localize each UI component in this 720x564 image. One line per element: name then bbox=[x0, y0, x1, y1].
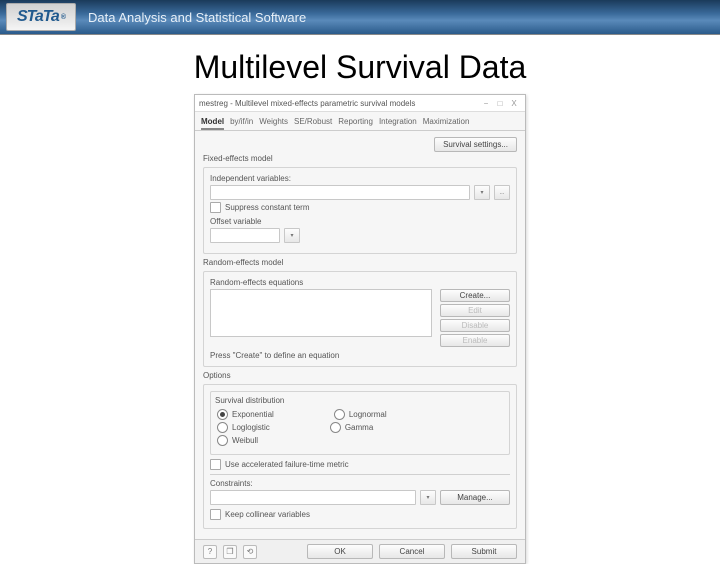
radio-weibull-label: Weibull bbox=[232, 436, 258, 445]
slide-title: Multilevel Survival Data bbox=[0, 49, 720, 86]
constraints-dropdown[interactable]: ▾ bbox=[420, 490, 436, 505]
create-hint: Press "Create" to define an equation bbox=[210, 351, 510, 360]
constraints-input[interactable] bbox=[210, 490, 416, 505]
random-effects-heading: Random-effects model bbox=[203, 258, 517, 267]
radio-gamma-label: Gamma bbox=[345, 423, 373, 432]
dialog-tabs: Model by/if/in Weights SE/Robust Reporti… bbox=[195, 112, 525, 131]
edit-equation-button[interactable]: Edit bbox=[440, 304, 510, 317]
radio-gamma[interactable] bbox=[330, 422, 341, 433]
radio-lognormal-label: Lognormal bbox=[349, 410, 387, 419]
fixed-effects-heading: Fixed-effects model bbox=[203, 154, 517, 163]
radio-weibull[interactable] bbox=[217, 435, 228, 446]
tab-model[interactable]: Model bbox=[201, 115, 224, 130]
stata-logo: STaTa® bbox=[6, 3, 76, 31]
help-icon[interactable]: ? bbox=[203, 545, 217, 559]
options-heading: Options bbox=[203, 371, 517, 380]
cancel-button[interactable]: Cancel bbox=[379, 544, 445, 559]
copy-icon[interactable]: ❐ bbox=[223, 545, 237, 559]
reset-icon[interactable]: ⟲ bbox=[243, 545, 257, 559]
independent-vars-more[interactable]: ... bbox=[494, 185, 510, 200]
suppress-constant-label: Suppress constant term bbox=[225, 203, 309, 212]
random-eq-label: Random-effects equations bbox=[210, 278, 510, 287]
radio-loglogistic-label: Loglogistic bbox=[232, 423, 270, 432]
suppress-constant-checkbox[interactable] bbox=[210, 202, 221, 213]
aft-label: Use accelerated failure-time metric bbox=[225, 460, 349, 469]
aft-checkbox[interactable] bbox=[210, 459, 221, 470]
dialog-titlebar: mestreg - Multilevel mixed-effects param… bbox=[195, 95, 525, 112]
offset-dropdown[interactable]: ▾ bbox=[284, 228, 300, 243]
tab-weights[interactable]: Weights bbox=[259, 115, 288, 130]
radio-loglogistic[interactable] bbox=[217, 422, 228, 433]
ok-button[interactable]: OK bbox=[307, 544, 373, 559]
maximize-button[interactable]: □ bbox=[493, 99, 507, 108]
constraints-label: Constraints: bbox=[210, 479, 510, 488]
dialog-footer: ? ❐ ⟲ OK Cancel Submit bbox=[195, 539, 525, 563]
tab-reporting[interactable]: Reporting bbox=[338, 115, 373, 130]
independent-vars-label: Independent variables: bbox=[210, 174, 510, 183]
fixed-effects-group: Independent variables: ▾ ... Suppress co… bbox=[203, 167, 517, 254]
offset-label: Offset variable bbox=[210, 217, 510, 226]
submit-button[interactable]: Submit bbox=[451, 544, 517, 559]
close-button[interactable]: X bbox=[507, 99, 521, 108]
disable-equation-button[interactable]: Disable bbox=[440, 319, 510, 332]
registered-mark: ® bbox=[61, 14, 65, 21]
tab-byifin[interactable]: by/if/in bbox=[230, 115, 253, 130]
offset-input[interactable] bbox=[210, 228, 280, 243]
tab-integration[interactable]: Integration bbox=[379, 115, 417, 130]
distribution-group: Survival distribution Exponential Lognor… bbox=[210, 391, 510, 455]
independent-vars-dropdown[interactable]: ▾ bbox=[474, 185, 490, 200]
logo-text: STaTa bbox=[17, 8, 59, 26]
distribution-label: Survival distribution bbox=[215, 396, 503, 405]
radio-exponential-label: Exponential bbox=[232, 410, 274, 419]
radio-exponential[interactable] bbox=[217, 409, 228, 420]
mestreg-dialog: mestreg - Multilevel mixed-effects param… bbox=[194, 94, 526, 564]
tagline: Data Analysis and Statistical Software bbox=[88, 10, 306, 25]
app-banner: STaTa® Data Analysis and Statistical Sof… bbox=[0, 0, 720, 35]
tab-serobust[interactable]: SE/Robust bbox=[294, 115, 332, 130]
keep-collinear-checkbox[interactable] bbox=[210, 509, 221, 520]
random-effects-group: Random-effects equations Create... Edit … bbox=[203, 271, 517, 367]
radio-lognormal[interactable] bbox=[334, 409, 345, 420]
enable-equation-button[interactable]: Enable bbox=[440, 334, 510, 347]
minimize-button[interactable]: − bbox=[479, 99, 493, 108]
manage-constraints-button[interactable]: Manage... bbox=[440, 490, 510, 505]
survival-settings-button[interactable]: Survival settings... bbox=[434, 137, 517, 152]
dialog-title: mestreg - Multilevel mixed-effects param… bbox=[199, 99, 479, 108]
independent-vars-input[interactable] bbox=[210, 185, 470, 200]
options-group: Survival distribution Exponential Lognor… bbox=[203, 384, 517, 529]
tab-maximization[interactable]: Maximization bbox=[423, 115, 470, 130]
create-equation-button[interactable]: Create... bbox=[440, 289, 510, 302]
equations-listbox[interactable] bbox=[210, 289, 432, 337]
divider bbox=[210, 474, 510, 475]
keep-collinear-label: Keep collinear variables bbox=[225, 510, 310, 519]
